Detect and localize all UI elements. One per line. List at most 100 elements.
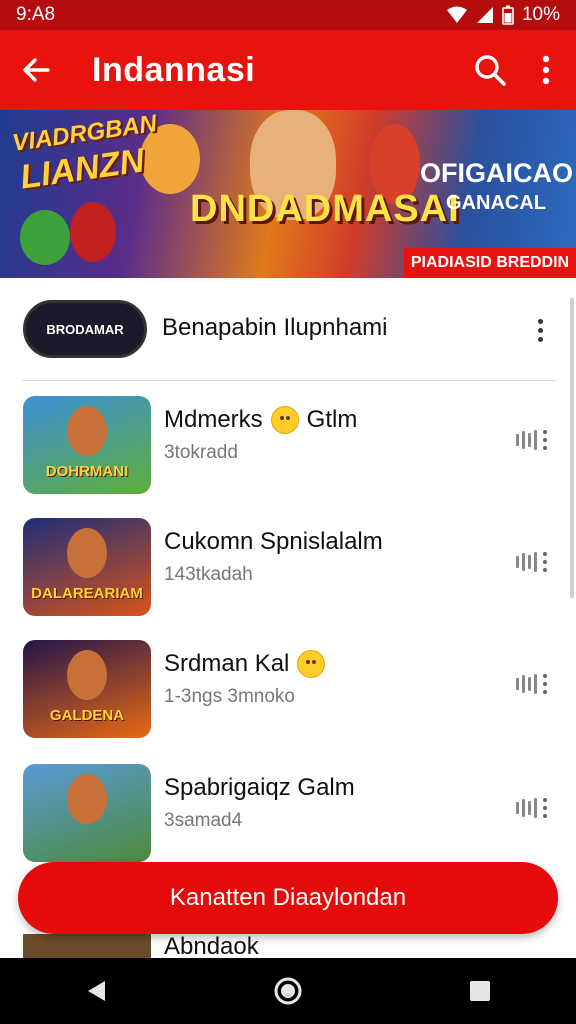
battery-percent: 10% <box>521 4 560 25</box>
more-dot <box>543 560 547 564</box>
equalizer-bar <box>522 799 525 817</box>
more-dot <box>543 446 547 450</box>
featured-item[interactable]: BRODAMAR Benapabin Ilupnhami <box>0 288 576 372</box>
signal-icon <box>476 7 493 23</box>
equalizer-bar <box>522 675 525 693</box>
more-button[interactable] <box>525 310 555 350</box>
game-thumbnail: DOHRMANI <box>23 396 151 494</box>
more-dot <box>543 430 547 434</box>
scrollbar[interactable] <box>570 298 574 598</box>
banner-character <box>20 210 70 265</box>
featured-badge: BRODAMAR <box>23 300 147 358</box>
equalizer-bar <box>534 552 537 572</box>
game-subtitle: 3tokradd <box>164 442 238 463</box>
nav-recents-button[interactable] <box>440 958 520 1024</box>
equalizer-bar <box>522 431 525 449</box>
more-dot <box>537 327 543 333</box>
more-dot <box>543 568 547 572</box>
game-title-text: Spabrigaiqz Galm <box>164 774 355 801</box>
divider <box>22 380 556 381</box>
list-item[interactable]: DOHRMANI Mdmerks Gtlm 3tokradd <box>0 396 576 506</box>
more-dot <box>543 682 547 686</box>
emoji-icon <box>297 650 326 678</box>
banner-character <box>70 202 116 262</box>
primary-action-button[interactable]: Kanatten Diaaylondan <box>18 862 558 934</box>
square-recents-icon <box>470 981 490 1001</box>
banner-text: GANACAL <box>446 192 546 214</box>
app-bar: Indannasi <box>0 30 576 110</box>
row-menu-button[interactable] <box>516 552 547 572</box>
circle-home-icon <box>274 977 302 1005</box>
thumbnail-character <box>67 650 107 700</box>
list-item[interactable]: DALAREARIAM Cukomn Spnislalalm 143tkadah <box>0 518 576 628</box>
banner-text: OFIGAICAO <box>420 158 573 188</box>
equalizer-icon <box>516 798 537 818</box>
arrow-left-icon <box>23 58 50 82</box>
search-icon <box>475 55 506 86</box>
thumbnail-caption: GALDENA <box>49 707 125 724</box>
featured-badge-label: BRODAMAR <box>46 321 124 337</box>
equalizer-bar <box>534 674 537 694</box>
thumbnail-caption: DOHRMANI <box>45 463 129 480</box>
more-dot <box>543 674 547 678</box>
banner-tag: PIADIASID BREDDIN <box>404 248 576 278</box>
banner-title: DNDADMASAI <box>190 188 460 230</box>
more-vertical-icon <box>543 674 547 694</box>
game-subtitle: 3samad4 <box>164 810 243 831</box>
more-dot <box>543 806 547 810</box>
equalizer-bar <box>516 434 519 446</box>
status-time: 9:A8 <box>16 4 56 25</box>
more-vertical-icon <box>543 552 547 572</box>
row-menu-button[interactable] <box>516 430 547 450</box>
status-bar: 9:A8 10% <box>0 0 576 30</box>
wifi-icon <box>446 6 467 23</box>
nav-back-button[interactable] <box>56 958 136 1024</box>
equalizer-bar <box>516 678 519 690</box>
thumbnail-character <box>67 406 107 456</box>
equalizer-bar <box>534 798 537 818</box>
more-dot <box>537 318 543 324</box>
featured-title: Benapabin Ilupnhami <box>162 314 388 341</box>
game-thumbnail <box>23 934 151 958</box>
game-title-suffix: Gtlm <box>306 406 358 433</box>
more-dot <box>543 798 547 802</box>
row-menu-button[interactable] <box>516 674 547 694</box>
game-title: Abndaok <box>164 934 259 959</box>
game-title-text: Cukomn Spnislalalm <box>164 528 383 555</box>
triangle-back-icon <box>88 981 105 1001</box>
battery-icon <box>502 5 514 25</box>
overflow-menu-button[interactable] <box>516 30 576 110</box>
list-item[interactable]: GALDENA Srdman Kal 1-3ngs 3mnoko <box>0 640 576 750</box>
more-vertical-icon <box>543 798 547 818</box>
thumbnail-character <box>67 528 107 578</box>
equalizer-bar <box>516 556 519 568</box>
equalizer-bar <box>528 677 531 691</box>
equalizer-bar <box>516 802 519 814</box>
game-title: Spabrigaiqz Galm <box>164 774 355 802</box>
more-dot <box>537 336 543 342</box>
system-nav-bar <box>0 958 576 1024</box>
game-title-text: Srdman Kal <box>164 650 290 677</box>
nav-home-button[interactable] <box>248 958 328 1024</box>
game-thumbnail <box>23 764 151 862</box>
game-thumbnail: GALDENA <box>23 640 151 738</box>
emoji-icon <box>270 406 299 434</box>
row-menu-button[interactable] <box>516 798 547 818</box>
more-vertical-icon <box>543 430 547 450</box>
list-item[interactable]: Spabrigaiqz Galm 3samad4 <box>0 764 576 874</box>
game-subtitle: 143tkadah <box>164 564 253 585</box>
equalizer-bar <box>522 553 525 571</box>
back-button[interactable] <box>0 30 72 110</box>
thumbnail-character <box>67 774 107 824</box>
page-title: Indannasi <box>92 50 256 89</box>
hero-banner[interactable]: VIADRGBAN LIANZN DNDADMASAI OFIGAICAO GA… <box>0 110 576 278</box>
equalizer-bar <box>534 430 537 450</box>
game-subtitle: 1-3ngs 3mnoko <box>164 686 295 707</box>
search-button[interactable] <box>464 30 516 110</box>
game-title: Cukomn Spnislalalm <box>164 528 383 556</box>
more-dot <box>543 690 547 694</box>
more-dot <box>543 438 547 442</box>
more-dot <box>543 814 547 818</box>
game-thumbnail: DALAREARIAM <box>23 518 151 616</box>
list-item[interactable]: Abndaok <box>0 934 576 958</box>
